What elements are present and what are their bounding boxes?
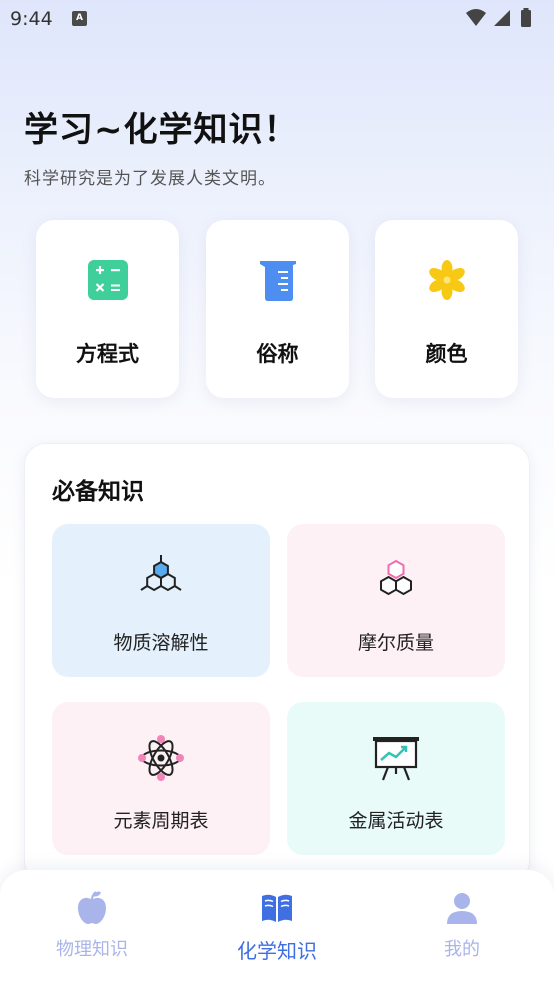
nav-chemistry-label: 化学知识 — [237, 939, 317, 963]
essential-knowledge-section: 必备知识 物质溶解性 摩尔质量 元素周期表 金属活动表 — [24, 443, 530, 883]
nav-profile[interactable]: 我的 — [387, 890, 537, 970]
equation-card[interactable]: 方程式 — [36, 220, 179, 398]
molar-mass-label: 摩尔质量 — [357, 632, 434, 654]
metal-activity-label: 金属活动表 — [348, 810, 444, 832]
system-status-icons — [466, 8, 531, 27]
chart-board-icon — [373, 737, 419, 781]
color-card[interactable]: 颜色 — [375, 220, 518, 398]
periodic-table-label: 元素周期表 — [113, 810, 209, 832]
solubility-label: 物质溶解性 — [113, 632, 209, 654]
bottom-nav: 物理知识 化学知识 我的 — [0, 870, 554, 984]
page-title: 学习~化学知识！ — [24, 110, 299, 150]
notification-icon: A — [72, 11, 87, 26]
nav-physics-label: 物理知识 — [56, 939, 128, 960]
periodic-table-tile[interactable]: 元素周期表 — [52, 702, 270, 855]
equation-label: 方程式 — [76, 342, 139, 366]
flower-icon — [428, 260, 465, 300]
color-label: 颜色 — [425, 342, 468, 366]
nav-physics[interactable]: 物理知识 — [17, 890, 167, 970]
apple-icon — [78, 891, 106, 924]
calculator-icon — [87, 260, 128, 300]
common-name-label: 俗称 — [256, 342, 299, 366]
wifi-icon — [466, 9, 486, 26]
signal-icon — [494, 10, 510, 26]
user-icon — [447, 893, 477, 924]
status-bar: 9:44 A — [0, 0, 554, 36]
hexagon-molecule-icon — [140, 555, 182, 592]
status-time: 9:44 — [10, 8, 53, 30]
molar-mass-tile[interactable]: 摩尔质量 — [287, 524, 505, 677]
section-title: 必备知识 — [52, 479, 144, 505]
nav-chemistry[interactable]: 化学知识 — [202, 890, 352, 970]
hexagon-cluster-icon — [380, 559, 412, 596]
book-icon — [262, 894, 292, 922]
page-subtitle: 科学研究是为了发展人类文明。 — [24, 169, 276, 189]
common-name-card[interactable]: 俗称 — [206, 220, 349, 398]
metal-activity-tile[interactable]: 金属活动表 — [287, 702, 505, 855]
nav-profile-label: 我的 — [444, 939, 480, 960]
solubility-tile[interactable]: 物质溶解性 — [52, 524, 270, 677]
beaker-icon — [259, 261, 296, 301]
atom-icon — [138, 735, 184, 781]
battery-icon — [521, 10, 531, 27]
